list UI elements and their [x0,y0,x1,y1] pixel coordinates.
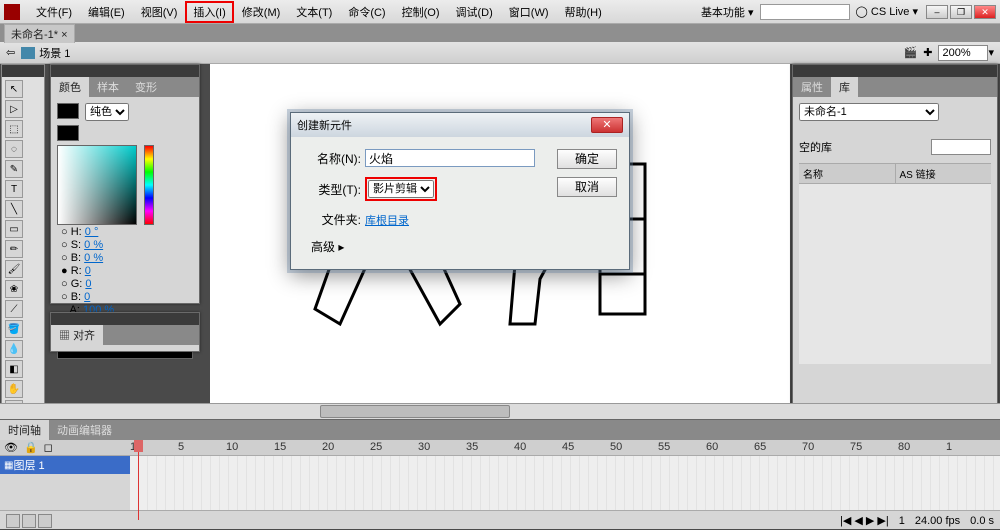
menu-commands[interactable]: 命令(C) [340,1,393,23]
frame-grid[interactable] [130,456,1000,510]
current-frame: 1 [899,515,905,527]
app-logo [4,4,20,20]
tab-library[interactable]: 库 [831,77,858,97]
subselection-tool[interactable]: ▷ [5,100,23,118]
symbol-name-input[interactable] [365,149,535,167]
document-tab[interactable]: 未命名-1* × [4,24,75,43]
canvas-h-scrollbar[interactable] [0,403,1000,419]
pencil-tool[interactable]: ✏ [5,240,23,258]
line-tool[interactable]: ╲ [5,200,23,218]
eyedropper-tool[interactable]: 💧 [5,340,23,358]
tab-timeline[interactable]: 时间轴 [0,420,49,440]
edit-symbol-icon[interactable]: ✚ [923,46,932,59]
menu-modify[interactable]: 修改(M) [234,1,289,23]
zoom-input[interactable] [938,45,988,61]
menu-control[interactable]: 控制(O) [394,1,448,23]
playback-controls[interactable]: |◀ ◀ ▶ ▶| [840,514,889,527]
color-panel: 颜色 样本 变形 纯色 ○ H: 0 ° ○ S: 0 % ○ B: 0 % ●… [50,64,200,304]
menu-window[interactable]: 窗口(W) [501,1,557,23]
color-mode-select[interactable]: 纯色 [85,103,129,121]
type-label: 类型(T): [311,181,361,198]
outline-icon[interactable]: ◻ [44,441,53,454]
color-values: ○ H: 0 ° ○ S: 0 % ○ B: 0 % ● R: 0 ○ G: 0… [61,225,114,317]
bone-tool[interactable]: ⟋ [5,300,23,318]
paint-bucket-tool[interactable]: 🪣 [5,320,23,338]
empty-library-label: 空的库 [799,139,832,155]
frame-ruler[interactable]: 151015202530354045505560657075801 [130,440,1000,455]
menu-text[interactable]: 文本(T) [288,1,340,23]
document-tab-bar: 未命名-1* × [0,24,1000,42]
color-picker[interactable] [57,145,137,225]
library-doc-select[interactable]: 未命名-1 [799,103,939,121]
delete-layer-button[interactable] [38,514,52,528]
selection-tool[interactable]: ↖ [5,80,23,98]
fps-display: 24.00 fps [915,515,960,527]
ok-button[interactable]: 确定 [557,149,617,169]
library-list[interactable] [799,184,991,364]
cancel-button[interactable]: 取消 [557,177,617,197]
new-layer-button[interactable] [6,514,20,528]
deco-tool[interactable]: ❀ [5,280,23,298]
tab-transform[interactable]: 变形 [127,77,165,97]
tab-align[interactable]: ▦ 对齐 [51,325,103,345]
window-close[interactable]: ✕ [974,5,996,19]
folder-link[interactable]: 库根目录 [365,212,409,228]
playhead[interactable] [138,440,139,520]
text-tool[interactable]: T [5,180,23,198]
tab-properties[interactable]: 属性 [793,77,831,97]
window-minimize[interactable]: – [926,5,948,19]
new-folder-button[interactable] [22,514,36,528]
menu-help[interactable]: 帮助(H) [557,1,610,23]
layer-column-header: 👁 🔒 ◻ [0,440,130,455]
cs-live-button[interactable]: ◯ CS Live ▾ [856,5,918,18]
time-display: 0.0 s [970,515,994,527]
library-panel: 属性 库 未命名-1 空的库 名称 AS 链接 [792,64,998,404]
scene-bar: ⇦ 场景 1 🎬 ✚ ▾ [0,42,1000,64]
fill-swatch[interactable] [57,125,79,141]
free-transform-tool[interactable]: ⬚ [5,120,23,138]
library-search[interactable] [931,139,991,155]
layer-row[interactable]: ▦ 图层 1 [0,456,130,474]
tab-color[interactable]: 颜色 [51,77,89,97]
window-restore[interactable]: ❐ [950,5,972,19]
tab-motion-editor[interactable]: 动画编辑器 [49,420,120,440]
dialog-title: 创建新元件 [297,117,352,133]
eraser-tool[interactable]: ◧ [5,360,23,378]
timeline-panel: 时间轴 动画编辑器 👁 🔒 ◻ 151015202530354045505560… [0,419,1000,529]
rectangle-tool[interactable]: ▭ [5,220,23,238]
dialog-close-button[interactable]: ✕ [591,117,623,133]
menu-edit[interactable]: 编辑(E) [80,1,133,23]
stroke-swatch[interactable] [57,103,79,119]
scene-name: 场景 1 [39,45,70,61]
menu-debug[interactable]: 调试(D) [448,1,501,23]
tab-swatches[interactable]: 样本 [89,77,127,97]
menu-insert[interactable]: 插入(I) [185,1,233,23]
col-linkage[interactable]: AS 链接 [895,164,992,183]
scene-icon [21,47,35,59]
hand-tool[interactable]: ✋ [5,380,23,398]
create-symbol-dialog: 创建新元件 ✕ 确定 取消 名称(N): 类型(T): 影片剪辑 文件夹: 库根… [290,112,630,270]
brush-tool[interactable]: 🖌 [5,260,23,278]
edit-scene-icon[interactable]: 🎬 [904,46,918,59]
lasso-tool[interactable]: ◌ [5,140,23,158]
menu-bar: 文件(F) 编辑(E) 视图(V) 插入(I) 修改(M) 文本(T) 命令(C… [0,0,1000,24]
name-label: 名称(N): [311,150,361,167]
visibility-icon[interactable]: 👁 [4,441,18,454]
lock-icon[interactable]: 🔒 [24,441,38,454]
menu-view[interactable]: 视图(V) [133,1,186,23]
menu-file[interactable]: 文件(F) [28,1,80,23]
workspace-switcher[interactable]: 基本功能 ▾ [701,4,754,20]
hue-slider[interactable] [144,145,154,225]
pen-tool[interactable]: ✎ [5,160,23,178]
help-search-input[interactable] [760,4,850,20]
col-name[interactable]: 名称 [799,164,895,183]
symbol-type-select[interactable]: 影片剪辑 [368,180,434,198]
align-panel: ▦ 对齐 [50,312,200,352]
advanced-toggle[interactable]: 高级 ▸ [311,238,619,255]
folder-label: 文件夹: [311,211,361,228]
